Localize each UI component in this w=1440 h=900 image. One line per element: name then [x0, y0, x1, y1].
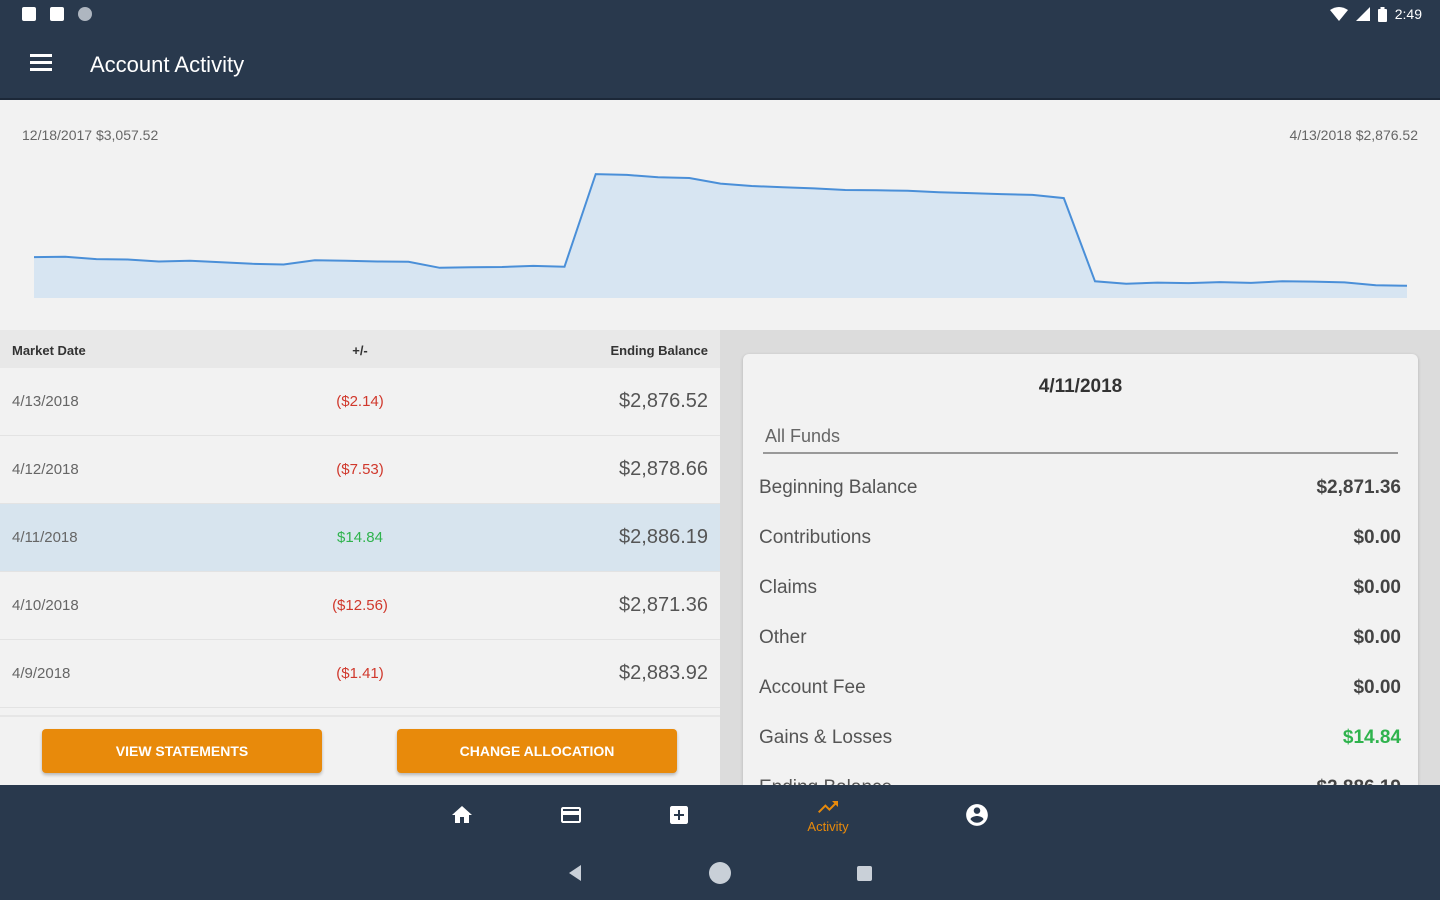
nav-home[interactable]	[422, 785, 502, 845]
table-row[interactable]: 4/13/2018 ($2.14) $2,876.52	[0, 368, 720, 436]
home-icon	[452, 806, 472, 823]
page-title: Account Activity	[90, 52, 245, 77]
header-ending-balance: Ending Balance	[610, 343, 708, 358]
menu-icon[interactable]	[30, 54, 52, 72]
detail-row-gains-losses: Gains & Losses $14.84	[759, 717, 1401, 757]
detail-label: Other	[759, 627, 807, 648]
row-date: 4/13/2018	[12, 393, 79, 410]
detail-row-beginning-balance: Beginning Balance $2,871.36	[759, 467, 1401, 507]
view-statements-button[interactable]: VIEW STATEMENTS	[42, 729, 322, 773]
nav-account[interactable]	[937, 785, 1017, 845]
detail-value: $0.00	[1353, 627, 1401, 648]
action-bar: VIEW STATEMENTS CHANGE ALLOCATION	[0, 715, 720, 785]
table-row[interactable]: 4/12/2018 ($7.53) $2,878.66	[0, 436, 720, 504]
detail-value: $0.00	[1353, 677, 1401, 698]
detail-value: $0.00	[1353, 577, 1401, 598]
detail-row-other: Other $0.00	[759, 617, 1401, 657]
row-change: ($7.53)	[336, 461, 384, 478]
table-header: Market Date +/- Ending Balance	[0, 330, 720, 368]
detail-value: $14.84	[1342, 727, 1401, 748]
chart-end-label: 4/13/2018 $2,876.52	[1289, 127, 1418, 143]
trending-up-icon	[818, 800, 838, 813]
balance-chart[interactable]: 12/18/2017 $3,057.52 4/13/2018 $2,876.52	[0, 98, 1440, 330]
home-circle-icon[interactable]	[709, 862, 731, 884]
chart-svg	[33, 173, 1408, 298]
fund-select[interactable]: All Funds	[763, 424, 1398, 454]
bottom-nav: Activity	[0, 785, 1440, 845]
row-change: $14.84	[337, 529, 383, 546]
detail-value: $2,886.19	[1316, 777, 1401, 785]
change-allocation-button[interactable]: CHANGE ALLOCATION	[397, 729, 677, 773]
detail-label: Contributions	[759, 527, 871, 548]
detail-row-ending-balance: Ending Balance $2,886.19	[759, 767, 1401, 785]
system-nav	[0, 845, 1440, 900]
chart-area-fill	[34, 174, 1407, 298]
row-change: ($2.14)	[336, 393, 384, 410]
nav-activity[interactable]: Activity	[788, 785, 868, 845]
row-balance: $2,883.92	[619, 662, 708, 684]
nav-cards[interactable]	[531, 785, 611, 845]
detail-row-account-fee: Account Fee $0.00	[759, 667, 1401, 707]
detail-card: 4/11/2018 All Funds Beginning Balance $2…	[743, 354, 1418, 785]
sd-card-icon	[50, 7, 64, 21]
signal-icon	[1355, 7, 1370, 21]
header-market-date: Market Date	[12, 343, 86, 358]
detail-panel: 4/11/2018 All Funds Beginning Balance $2…	[720, 330, 1440, 785]
detail-row-contributions: Contributions $0.00	[759, 517, 1401, 557]
row-change: ($12.56)	[332, 597, 388, 614]
row-change: ($1.41)	[336, 665, 384, 682]
detail-label: Ending Balance	[759, 777, 892, 785]
nav-activity-label: Activity	[807, 818, 849, 834]
detail-label: Account Fee	[759, 677, 866, 698]
row-date: 4/11/2018	[12, 529, 78, 546]
detail-label: Beginning Balance	[759, 477, 918, 498]
header-change: +/-	[352, 343, 368, 358]
app-bar: Account Activity	[0, 30, 1440, 98]
detail-value: $0.00	[1353, 527, 1401, 548]
row-balance: $2,878.66	[619, 458, 708, 480]
notification-icon	[22, 7, 36, 21]
system-status: 2:49	[1329, 6, 1422, 22]
battery-icon	[1377, 6, 1387, 22]
account-circle-icon	[966, 804, 988, 826]
nav-add[interactable]	[639, 785, 719, 845]
activity-table: Market Date +/- Ending Balance 4/13/2018…	[0, 330, 720, 785]
row-date: 4/9/2018	[12, 665, 71, 682]
fund-select-value: All Funds	[765, 426, 841, 446]
detail-label: Gains & Losses	[759, 727, 893, 748]
card-icon	[561, 807, 581, 823]
detail-row-claims: Claims $0.00	[759, 567, 1401, 607]
clock: 2:49	[1394, 6, 1422, 22]
table-row[interactable]: 4/9/2018 ($1.41) $2,883.92	[0, 640, 720, 708]
row-balance: $2,876.52	[619, 390, 708, 412]
notification-icons	[22, 7, 92, 21]
row-date: 4/12/2018	[12, 461, 79, 478]
status-bar: 2:49	[0, 0, 1440, 30]
row-date: 4/10/2018	[12, 597, 79, 614]
plus-box-icon	[670, 806, 688, 824]
row-balance: $2,886.19	[619, 526, 708, 548]
chart-start-label: 12/18/2017 $3,057.52	[22, 127, 159, 143]
sync-icon	[78, 7, 92, 21]
detail-value: $2,871.36	[1316, 477, 1401, 498]
detail-date: 4/11/2018	[1038, 376, 1123, 397]
recents-icon[interactable]	[857, 866, 872, 881]
table-row[interactable]: 4/10/2018 ($12.56) $2,871.36	[0, 572, 720, 640]
back-icon[interactable]	[569, 865, 581, 881]
wifi-icon	[1329, 7, 1348, 21]
detail-label: Claims	[759, 577, 818, 598]
row-balance: $2,871.36	[619, 594, 708, 616]
table-row[interactable]: 4/11/2018 $14.84 $2,886.19	[0, 504, 720, 572]
